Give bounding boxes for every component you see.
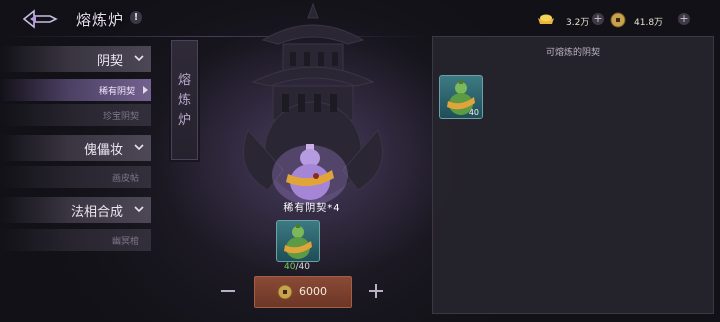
back-arrow-icon: [22, 9, 58, 29]
material-need: 40: [298, 262, 310, 272]
main-item-name: 稀有阴契*4: [222, 196, 402, 214]
subitem-treasure-yinqi[interactable]: 珍宝阴契: [0, 104, 151, 126]
furnace-banner-text: 熔炼炉: [177, 73, 191, 128]
category-puppet-makeup[interactable]: 傀儡妆: [0, 135, 151, 161]
category-label: 傀儡妆: [83, 143, 123, 158]
smeltable-item-slot[interactable]: 40: [439, 75, 483, 119]
add-gold-button[interactable]: +: [592, 13, 604, 25]
category-yinqi[interactable]: 阴契: [0, 46, 151, 72]
category-faxiang-synthesis[interactable]: 法相合成: [0, 197, 151, 223]
back-button[interactable]: [20, 8, 60, 30]
category-label: 阴契: [96, 54, 123, 69]
coin-resource: 41.8万 +: [610, 12, 702, 28]
item-count: 40: [468, 108, 479, 117]
subitem-label: 幽冥棺: [111, 237, 139, 247]
coin-amount: 41.8万: [634, 18, 664, 28]
subitem-label: 稀有阴契: [98, 87, 135, 97]
smeltable-list-panel: 可熔炼的阴契 40: [432, 36, 714, 314]
main-item-label: 稀有阴契*4: [283, 203, 341, 214]
increase-quantity-button[interactable]: [367, 282, 385, 300]
subitem-rare-yinqi[interactable]: 稀有阴契: [0, 79, 151, 101]
material-slot[interactable]: [276, 220, 320, 262]
category-label: 法相合成: [70, 205, 123, 220]
chevron-down-icon: [134, 206, 144, 213]
subitem-label: 画皮帖: [111, 174, 139, 184]
decrease-quantity-button[interactable]: [219, 282, 237, 300]
gold-amount: 3.2万: [566, 18, 590, 28]
smelt-cost: 6000: [299, 285, 327, 298]
panel-title: 可熔炼的阴契: [545, 48, 600, 58]
smelt-button[interactable]: 6000: [254, 276, 352, 308]
page-title: 熔炼炉: [76, 11, 125, 29]
gold-resource: 3.2万 +: [536, 12, 606, 28]
selected-arrow-icon: [143, 86, 148, 94]
subitem-label: 珍宝阴契: [102, 112, 139, 122]
green-gourd-icon: [284, 224, 312, 259]
material-count: 40/40: [284, 262, 310, 272]
plus-icon: [369, 284, 383, 298]
material-have: 40: [284, 262, 296, 272]
add-coin-button[interactable]: +: [678, 13, 690, 25]
copper-coin-icon: [610, 12, 626, 28]
chevron-down-icon: [134, 55, 144, 62]
furnace-banner: 熔炼炉: [171, 40, 198, 160]
chevron-down-icon: [134, 144, 144, 151]
info-icon[interactable]: !: [130, 11, 142, 24]
gold-ingot-icon: [538, 14, 554, 24]
minus-icon: [221, 290, 235, 292]
subitem-painted-skin[interactable]: 画皮帖: [0, 166, 151, 188]
copper-coin-icon: [277, 284, 293, 300]
subitem-netherworld-coffin[interactable]: 幽冥棺: [0, 229, 151, 251]
